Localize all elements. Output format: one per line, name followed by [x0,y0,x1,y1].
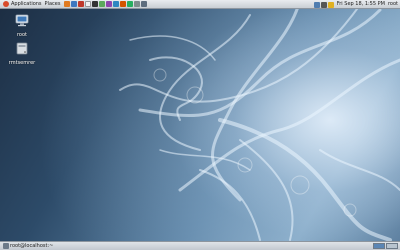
system-tray: Fri Sep 18, 1:55 PM root [313,0,398,9]
people-icon[interactable] [141,1,148,7]
notification-icon[interactable] [327,1,334,8]
desktop-icon-drive[interactable]: rmtsemrer [4,40,40,66]
music-icon[interactable] [120,1,127,7]
volume-icon[interactable] [320,1,327,8]
network-icon[interactable] [313,1,320,8]
spreadsheet-icon[interactable] [127,1,134,7]
workspace-1[interactable] [373,243,385,249]
wallpaper-swirl-art [119,0,400,242]
places-menu[interactable]: Places [45,0,61,9]
image-icon[interactable] [106,1,113,7]
settings-icon[interactable] [134,1,141,7]
mail-icon[interactable] [71,1,78,7]
user-menu[interactable]: root [388,0,398,9]
firefox-icon[interactable] [64,1,71,7]
calendar-icon[interactable] [78,1,85,7]
taskbar-label: root@localhost:~ [10,243,54,249]
launcher-bar [63,1,148,7]
drive-icon [16,42,28,55]
applications-menu[interactable]: Applications [11,0,42,9]
document-icon[interactable] [85,1,92,7]
terminal-icon[interactable] [92,1,99,7]
workspace-2[interactable] [386,243,398,249]
desktop-icon-label: rmtsemrer [8,60,36,66]
desktop-icon-computer[interactable]: root [4,12,40,38]
computer-icon [15,14,29,27]
show-desktop-icon[interactable] [3,243,9,249]
menu-bar: Applications Places [0,0,60,9]
chat-icon[interactable] [113,1,120,7]
desktop-background[interactable]: root rmtsemrer [0,0,400,250]
taskbar-button[interactable]: root@localhost:~ [10,243,80,249]
desktop-icon-label: root [16,32,28,38]
distro-logo-icon[interactable] [3,1,9,7]
text-editor-icon[interactable] [99,1,106,7]
clock[interactable]: Fri Sep 18, 1:55 PM [337,0,385,9]
workspace-switcher [372,243,398,249]
bottom-panel: root@localhost:~ [0,241,400,250]
top-panel: Applications Places Fri Sep 18, 1:55 PM … [0,0,400,9]
